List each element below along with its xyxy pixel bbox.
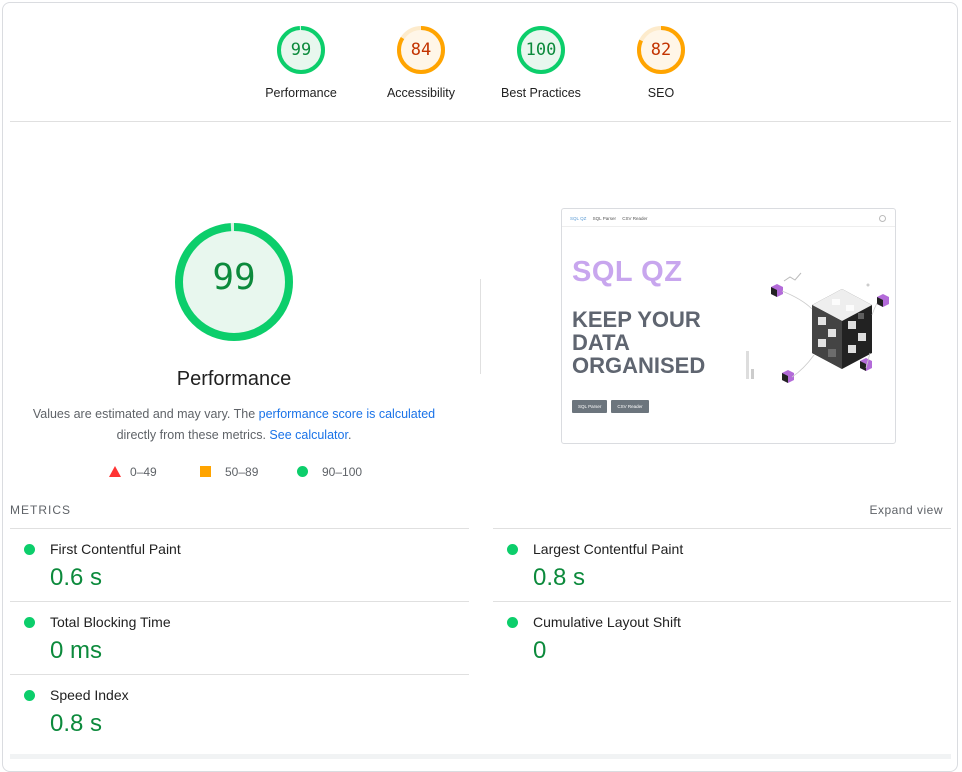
legend-fail: 0–49 <box>109 464 157 480</box>
gauge-ring: 82 <box>635 24 687 76</box>
performance-title: Performance <box>176 368 292 390</box>
performance-big-gauge: 99 <box>173 221 295 343</box>
metric-value: 0.8 s <box>533 564 586 591</box>
final-screenshot[interactable]: SQL QZ SQL Parser CSV Reader SQL QZ KEEP… <box>561 208 896 444</box>
gauge-label: Performance <box>265 86 337 100</box>
thumb-nav: SQL QZ SQL Parser CSV Reader <box>570 216 652 221</box>
desc-text: Values are estimated and may vary. The <box>32 407 259 421</box>
pass-circle-icon <box>24 690 35 701</box>
metrics-header: METRICS <box>10 503 71 517</box>
metric-name: Largest Contentful Paint <box>533 541 684 557</box>
gauge-score: 100 <box>525 40 557 60</box>
thumb-headline-line: KEEP YOUR <box>572 307 701 332</box>
metric-value: 0 ms <box>50 637 103 664</box>
gauge-ring: 100 <box>515 24 567 76</box>
divider <box>10 121 951 122</box>
data-cube-illustration <box>746 272 889 383</box>
thumb-nav-item: SQL Parser <box>592 216 616 221</box>
pass-circle-icon <box>507 544 518 555</box>
gauge-best-practices[interactable]: 100 Best Practices <box>481 24 601 100</box>
metric-value: 0.6 s <box>50 564 103 591</box>
category-gauges: 99 Performance 84 Accessibility 100 Best… <box>0 24 962 108</box>
gauge-label: Accessibility <box>386 86 456 100</box>
see-calculator-link[interactable]: See calculator <box>269 428 348 442</box>
pass-circle-icon <box>507 617 518 628</box>
score-calculation-link[interactable]: performance score is calculated <box>259 407 435 421</box>
legend-average-label: 50–89 <box>225 465 259 479</box>
metric-total-blocking-time[interactable]: Total Blocking Time 0 ms <box>10 602 450 674</box>
expand-view-button[interactable]: Expand view <box>869 503 943 517</box>
thumb-button: SQL Parser <box>572 400 608 413</box>
vertical-divider <box>480 279 481 374</box>
metric-value: 0.8 s <box>50 710 103 737</box>
gauge-ring: 84 <box>395 24 447 76</box>
gauge-label: Best Practices <box>501 86 581 100</box>
gauge-ring: 99 <box>275 24 327 76</box>
gauge-performance[interactable]: 99 Performance <box>241 24 361 100</box>
metric-name: Speed Index <box>50 687 129 703</box>
thumb-toggle-icon <box>879 215 886 222</box>
square-icon <box>200 466 211 477</box>
gauge-label: SEO <box>647 86 675 100</box>
performance-description: Values are estimated and may vary. The p… <box>28 404 440 446</box>
metric-name: Total Blocking Time <box>50 614 171 630</box>
thumb-nav-brand: SQL QZ <box>570 216 587 221</box>
desc-text: directly from these metrics. <box>116 428 270 442</box>
thumb-headline-line: ORGANISED <box>572 353 706 378</box>
thumb-button: CSV Reader <box>611 400 649 413</box>
triangle-icon <box>109 466 121 477</box>
desc-text: . <box>347 428 352 442</box>
metric-name: Cumulative Layout Shift <box>533 614 681 630</box>
gauge-accessibility[interactable]: 84 Accessibility <box>361 24 481 100</box>
gauge-score: 99 <box>290 40 312 60</box>
circle-icon <box>297 466 308 477</box>
metric-speed-index[interactable]: Speed Index 0.8 s <box>10 675 450 747</box>
thumb-nav-divider <box>562 226 895 227</box>
metric-name: First Contentful Paint <box>50 541 181 557</box>
legend-pass-label: 90–100 <box>322 465 363 479</box>
legend-fail-label: 0–49 <box>130 465 157 479</box>
thumb-headline: KEEP YOUR DATA ORGANISED <box>572 308 705 377</box>
pass-circle-icon <box>24 544 35 555</box>
performance-score: 99 <box>212 257 256 298</box>
thumb-buttons: SQL Parser CSV Reader <box>572 395 653 413</box>
bottom-bar <box>10 754 951 759</box>
gauge-seo[interactable]: 82 SEO <box>601 24 721 100</box>
thumb-nav-item: CSV Reader <box>622 216 648 221</box>
pass-circle-icon <box>24 617 35 628</box>
gauge-score: 84 <box>410 40 432 60</box>
metric-value: 0 <box>533 637 547 664</box>
thumb-title: SQL QZ <box>572 256 683 288</box>
legend-average: 50–89 <box>200 464 258 480</box>
metric-largest-contentful-paint[interactable]: Largest Contentful Paint 0.8 s <box>493 529 933 601</box>
legend-pass: 90–100 <box>297 464 362 480</box>
gauge-score: 82 <box>650 40 672 60</box>
metric-first-contentful-paint[interactable]: First Contentful Paint 0.6 s <box>10 529 450 601</box>
thumb-headline-line: DATA <box>572 330 630 355</box>
metric-cumulative-layout-shift[interactable]: Cumulative Layout Shift 0 <box>493 602 933 674</box>
